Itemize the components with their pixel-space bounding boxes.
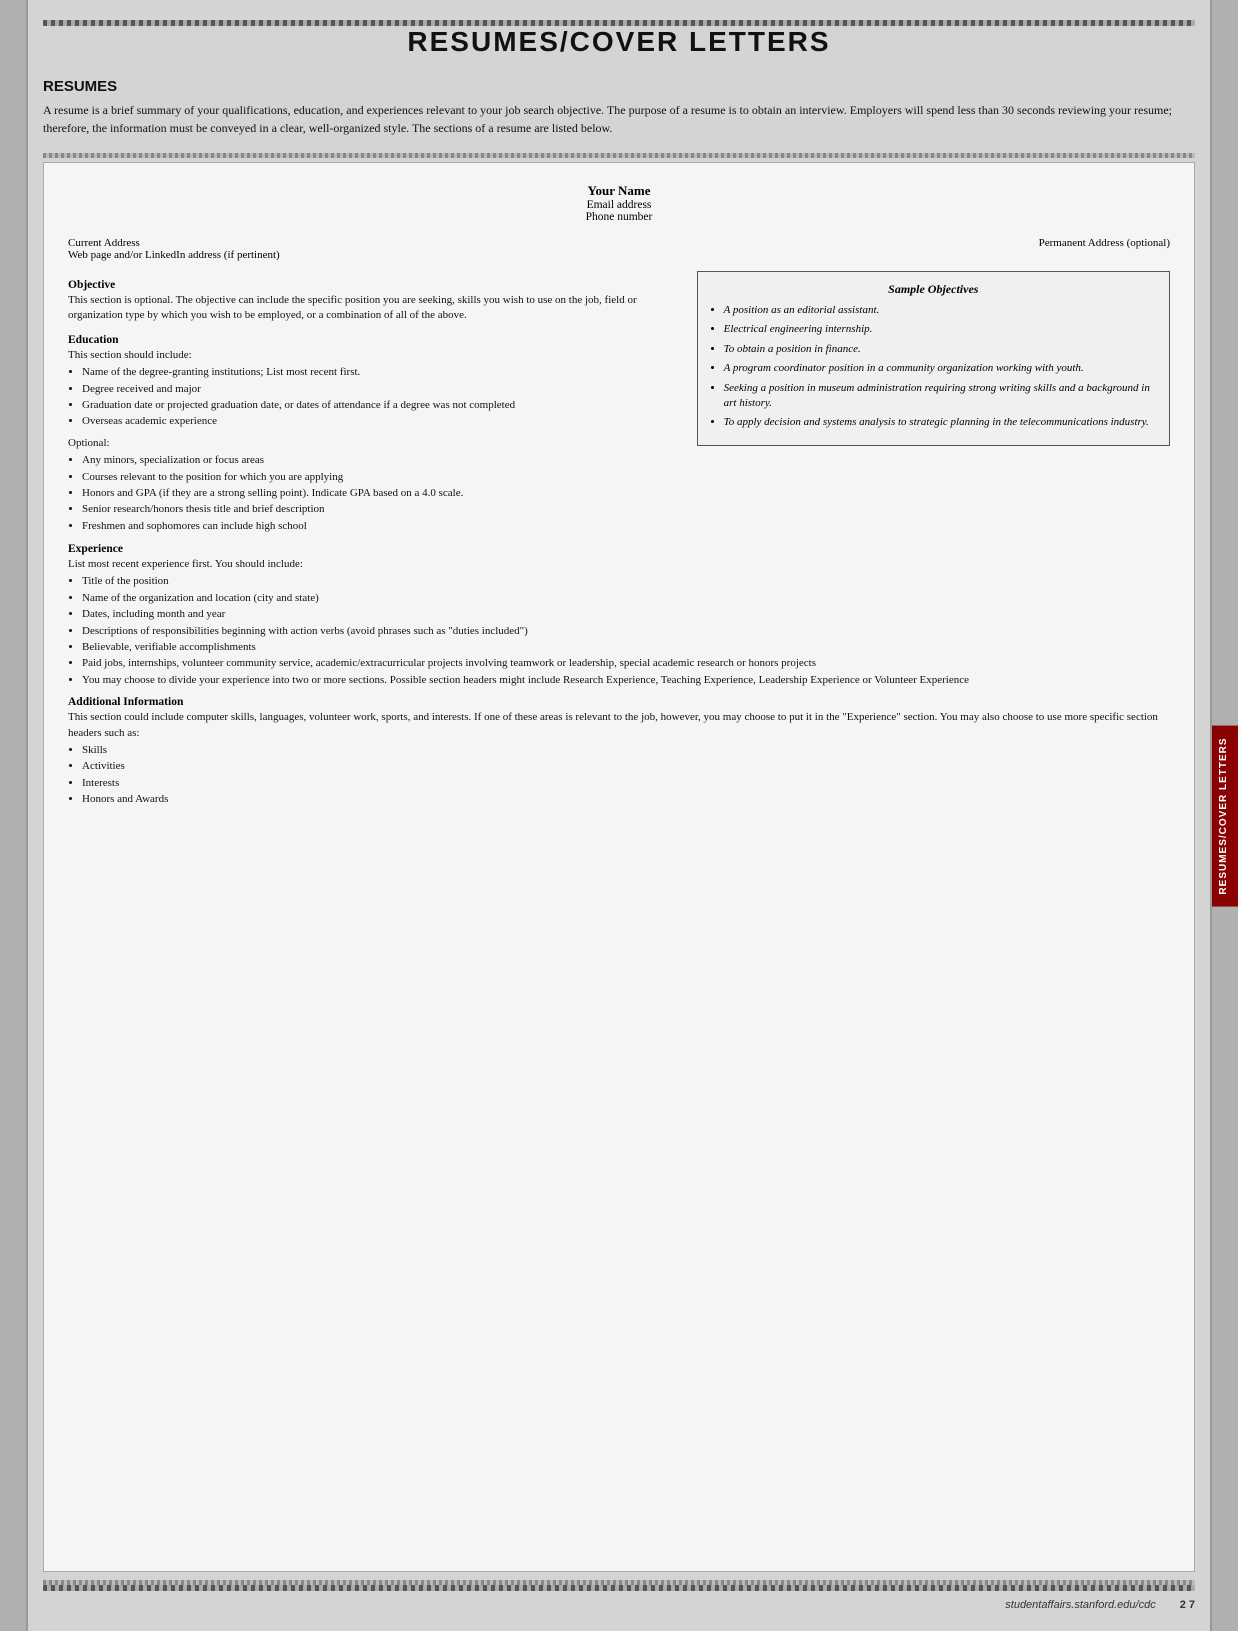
objective-section: Objective This section is optional. The … bbox=[68, 271, 1170, 535]
list-item: Courses relevant to the position for whi… bbox=[82, 470, 681, 485]
email-label: Email address bbox=[68, 199, 1170, 211]
sample-objectives-column: Sample Objectives A position as an edito… bbox=[697, 271, 1170, 535]
address-left: Current Address Web page and/or LinkedIn… bbox=[68, 237, 280, 261]
list-item: A program coordinator position in a comm… bbox=[724, 361, 1157, 376]
footer: studentaffairs.stanford.edu/cdc 2 7 bbox=[43, 1599, 1195, 1611]
list-item: Interests bbox=[82, 776, 1170, 791]
main-content: RESUMES/COVER LETTERS RESUMES A resume i… bbox=[28, 0, 1210, 1631]
education-items: Name of the degree-granting institutions… bbox=[68, 365, 681, 430]
list-item: Activities bbox=[82, 759, 1170, 774]
web-address: Web page and/or LinkedIn address (if per… bbox=[68, 249, 280, 261]
list-item: Honors and Awards bbox=[82, 792, 1170, 807]
list-item: Skills bbox=[82, 743, 1170, 758]
list-item: Honors and GPA (if they are a strong sel… bbox=[82, 486, 681, 501]
list-item: Name of the degree-granting institutions… bbox=[82, 365, 681, 380]
list-item: To apply decision and systems analysis t… bbox=[724, 415, 1157, 430]
objective-text: This section is optional. The objective … bbox=[68, 293, 681, 324]
list-item: Senior research/honors thesis title and … bbox=[82, 502, 681, 517]
address-row: Current Address Web page and/or LinkedIn… bbox=[68, 237, 1170, 261]
list-item: Seeking a position in museum administrat… bbox=[724, 381, 1157, 412]
list-item: To obtain a position in finance. bbox=[724, 342, 1157, 357]
education-title: Education bbox=[68, 334, 681, 346]
optional-label: Optional: bbox=[68, 436, 681, 451]
right-border: RESUMES/COVER LETTERS bbox=[1210, 0, 1238, 1631]
left-border bbox=[0, 0, 28, 1631]
sample-objectives-title: Sample Objectives bbox=[710, 282, 1157, 297]
page-title: RESUMES/COVER LETTERS bbox=[43, 26, 1195, 58]
objective-title: Objective bbox=[68, 279, 681, 291]
bottom-decorative-border bbox=[43, 1585, 1195, 1591]
current-address: Current Address bbox=[68, 237, 280, 249]
resume-document: Your Name Email address Phone number Cur… bbox=[43, 162, 1195, 1572]
additional-title: Additional Information bbox=[68, 696, 1170, 708]
list-item: Electrical engineering internship. bbox=[724, 322, 1157, 337]
list-item: Name of the organization and location (c… bbox=[82, 591, 1170, 606]
doc-top-border bbox=[43, 153, 1195, 158]
objective-left: Objective This section is optional. The … bbox=[68, 271, 681, 535]
list-item: Title of the position bbox=[82, 574, 1170, 589]
list-item: Overseas academic experience bbox=[82, 414, 681, 429]
footer-url: studentaffairs.stanford.edu/cdc bbox=[1005, 1599, 1155, 1611]
additional-items: SkillsActivities InterestsHonors and Awar… bbox=[68, 743, 1170, 808]
footer-page: 2 7 bbox=[1180, 1599, 1195, 1611]
list-item: You may choose to divide your experience… bbox=[82, 673, 1170, 688]
resume-header: Your Name Email address Phone number bbox=[68, 183, 1170, 223]
section-heading: RESUMES bbox=[43, 78, 1195, 95]
list-item: Descriptions of responsibilities beginni… bbox=[82, 624, 1170, 639]
experience-title: Experience bbox=[68, 543, 1170, 555]
list-item: Dates, including month and year bbox=[82, 607, 1170, 622]
list-item: Graduation date or projected graduation … bbox=[82, 398, 681, 413]
education-intro: This section should include: bbox=[68, 348, 681, 363]
phone-label: Phone number bbox=[68, 211, 1170, 223]
list-item: Degree received and major bbox=[82, 382, 681, 397]
additional-section: Additional Information This section coul… bbox=[68, 696, 1170, 807]
list-item: Any minors, specialization or focus area… bbox=[82, 453, 681, 468]
experience-items: Title of the position Name of the organiz… bbox=[68, 574, 1170, 688]
permanent-address: Permanent Address (optional) bbox=[1039, 237, 1170, 249]
list-item: Believable, verifiable accomplishments bbox=[82, 640, 1170, 655]
sample-objectives-box: Sample Objectives A position as an edito… bbox=[697, 271, 1170, 446]
right-tab: RESUMES/COVER LETTERS bbox=[1212, 725, 1238, 906]
intro-text: A resume is a brief summary of your qual… bbox=[43, 101, 1195, 137]
list-item: Freshmen and sophomores can include high… bbox=[82, 519, 681, 534]
optional-items: Any minors, specialization or focus area… bbox=[68, 453, 681, 534]
experience-section: Experience List most recent experience f… bbox=[68, 543, 1170, 688]
your-name-label: Your Name bbox=[68, 183, 1170, 199]
additional-text: This section could include computer skil… bbox=[68, 710, 1170, 741]
list-item: Paid jobs, internships, volunteer commun… bbox=[82, 656, 1170, 671]
list-item: A position as an editorial assistant. bbox=[724, 303, 1157, 318]
experience-intro: List most recent experience first. You s… bbox=[68, 557, 1170, 572]
address-right: Permanent Address (optional) bbox=[1039, 237, 1170, 261]
